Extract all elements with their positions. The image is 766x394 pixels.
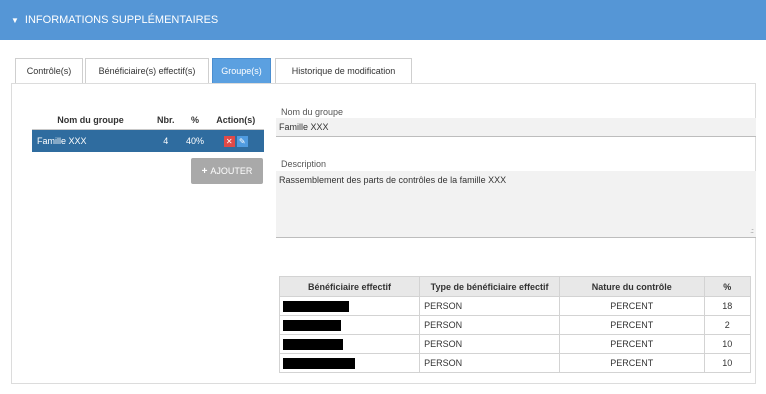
nature-cell: PERCENT [559,334,705,354]
edit-icon[interactable]: ✎ [236,135,248,147]
beneficiary-cell [278,296,421,316]
column-header-actions: Action(s) [207,110,264,130]
delete-icon[interactable]: ✕ [223,135,235,147]
type-cell: PERSON [419,296,561,316]
table-row: PERSON PERCENT 10 [278,334,752,354]
type-cell: PERSON [419,315,561,335]
column-header-percent: % [703,276,752,297]
group-count-cell: 4 [149,129,183,152]
redacted-block [283,338,343,350]
description-field[interactable]: Rassemblement des parts de contrôles de … [276,171,756,238]
chevron-down-icon[interactable]: ▼ [11,16,19,25]
description-label: Description [281,159,327,169]
tab-historique[interactable]: Historique de modification [275,58,412,83]
beneficiary-cell [278,353,421,373]
section-header[interactable]: ▼ INFORMATIONS SUPPLÉMENTAIRES [0,0,766,40]
group-name-label: Nom du groupe [281,107,344,117]
resize-handle-icon[interactable]: .:: [750,228,754,235]
beneficiary-cell [278,315,421,335]
tab-beneficiaires[interactable]: Bénéficiaire(s) effectif(s) [85,58,209,83]
column-header-group-name: Nom du groupe [32,110,150,130]
group-name-field[interactable]: Famille XXX [276,118,756,137]
table-row[interactable]: Famille XXX 4 40% ✕ ✎ [32,129,264,152]
tab-groupes[interactable]: Groupe(s) [212,58,271,83]
type-cell: PERSON [419,334,561,354]
groups-table: Nom du groupe Nbr. % Action(s) Famille X… [32,110,264,152]
table-row: PERSON PERCENT 2 [278,315,752,335]
beneficiary-cell [278,334,421,354]
table-row: PERSON PERCENT 18 [278,296,752,316]
percent-cell: 18 [703,296,752,316]
type-cell: PERSON [419,353,561,373]
tab-controles[interactable]: Contrôle(s) [15,58,83,83]
add-button-label: AJOUTER [210,166,253,176]
table-row: PERSON PERCENT 10 [278,353,752,373]
column-header-beneficiary-type: Type de bénéficiaire effectif [419,276,561,297]
column-header-control-nature: Nature du contrôle [559,276,705,297]
description-text: Rassemblement des parts de contrôles de … [279,175,507,185]
column-header-beneficiary: Bénéficiaire effectif [278,276,421,297]
add-button[interactable]: + AJOUTER [191,158,263,184]
percent-cell: 10 [703,353,752,373]
column-header-percent: % [182,110,208,130]
redacted-block [283,357,355,369]
percent-cell: 10 [703,334,752,354]
redacted-block [283,300,349,312]
column-header-count: Nbr. [149,110,183,130]
redacted-block [283,319,341,331]
plus-icon: + [201,165,208,177]
nature-cell: PERCENT [559,296,705,316]
group-name-cell: Famille XXX [32,129,150,152]
nature-cell: PERCENT [559,315,705,335]
beneficiaries-table: Bénéficiaire effectif Type de bénéficiai… [278,276,752,373]
section-title: INFORMATIONS SUPPLÉMENTAIRES [24,14,219,26]
group-actions-cell: ✕ ✎ [207,129,264,152]
percent-cell: 2 [703,315,752,335]
nature-cell: PERCENT [559,353,705,373]
group-percent-cell: 40% [182,129,208,152]
